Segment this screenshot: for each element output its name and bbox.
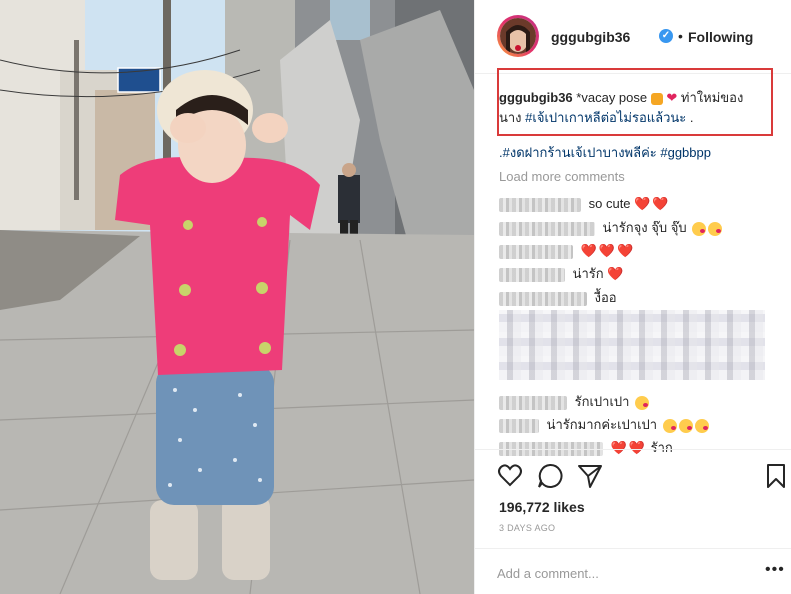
comment-item: so cute ❤️❤️ [499,195,671,213]
kiss-emoji-icon [694,418,709,433]
avatar-image [500,18,536,54]
blurred-username[interactable] [499,418,539,433]
caption-thai-1: ท่าใหม่ของ [680,90,744,105]
post-side-panel: gggubgib36 ✓ • Following gggubgib36 *vac… [474,0,791,594]
heart-emoji-icon: ❤ [666,90,678,105]
blurred-username[interactable] [499,244,573,259]
hearts-emoji-icon: ❤️❤️❤️ [580,243,636,258]
add-comment-bar: ••• [475,548,791,594]
bookmark-icon[interactable] [763,463,789,489]
peach-emoji-icon [650,92,663,105]
comment-item: น่ารักจุง จุ๊บ จุ๊บ [499,219,723,237]
hearts-emoji-icon: ❤️❤️ [634,196,671,211]
blurred-username[interactable] [499,267,565,282]
kiss-emoji-icon [692,221,707,236]
comment-text: so cute [588,196,631,211]
comment-text: รักเปาเปา [574,394,630,409]
add-comment-input[interactable] [497,563,727,583]
speech-bubble-icon[interactable] [537,463,563,489]
caption-hashtags-line[interactable]: .#งดฝากร้านเจ้เปาบางพลีค่ะ #ggbbpp [499,142,779,163]
photo-scene [0,0,474,594]
post-photo[interactable] [0,0,474,594]
hearts-emoji-icon: ❤️ [607,266,626,281]
blurred-username[interactable] [499,197,581,212]
comment-item: น่ารักมากค่ะเปาเปา [499,416,709,434]
kiss-emoji-icon [678,418,693,433]
blurred-comments-block [499,310,765,380]
post-header: gggubgib36 ✓ • Following [475,0,791,74]
paper-plane-icon[interactable] [577,463,603,489]
action-bar [475,449,791,493]
instagram-post: gggubgib36 ✓ • Following gggubgib36 *vac… [0,0,791,594]
comment-text: น่ารักมากค่ะเปาเปา [546,417,658,432]
caption-username[interactable]: gggubgib36 [499,90,573,105]
comment-text: น่ารักจุง จุ๊บ จุ๊บ [602,220,687,235]
heart-eyes-emoji-icon [635,395,650,410]
load-more-comments-link[interactable]: Load more comments [499,169,625,184]
caption: gggubgib36 *vacay pose ❤ ท่าใหม่ของ นาง … [499,88,771,128]
header-username[interactable]: gggubgib36 [551,29,630,45]
caption-text: *vacay pose [576,90,648,105]
blurred-username[interactable] [499,395,567,410]
following-button[interactable]: Following [688,29,753,45]
likes-count[interactable]: 196,772 likes [499,499,585,515]
comment-text: งื้ออ [594,290,617,305]
verified-badge-icon: ✓ [659,29,673,43]
comment-text: น่ารัก [572,266,604,281]
caption-thai-2: นาง [499,110,522,125]
comment-item: น่ารัก ❤️ [499,265,625,283]
avatar[interactable] [497,15,539,57]
kiss-emoji-icon [708,221,723,236]
heart-outline-icon[interactable] [497,463,523,489]
kiss-emoji-icon [662,418,677,433]
comment-item: ❤️❤️❤️ [499,242,635,260]
blurred-username[interactable] [499,221,595,236]
caption-period: . [689,110,694,125]
comment-item: รักเปาเปา [499,393,650,411]
post-date[interactable]: 3 DAYS AGO [499,523,555,533]
blurred-username[interactable] [499,291,587,306]
caption-hashtag[interactable]: #เจ้เปาเกาหลีต่อไม่รอแล้วนะ [525,110,686,125]
comment-item: งื้ออ [499,289,617,307]
more-options-icon[interactable]: ••• [765,561,785,579]
header-separator: • [678,28,683,44]
